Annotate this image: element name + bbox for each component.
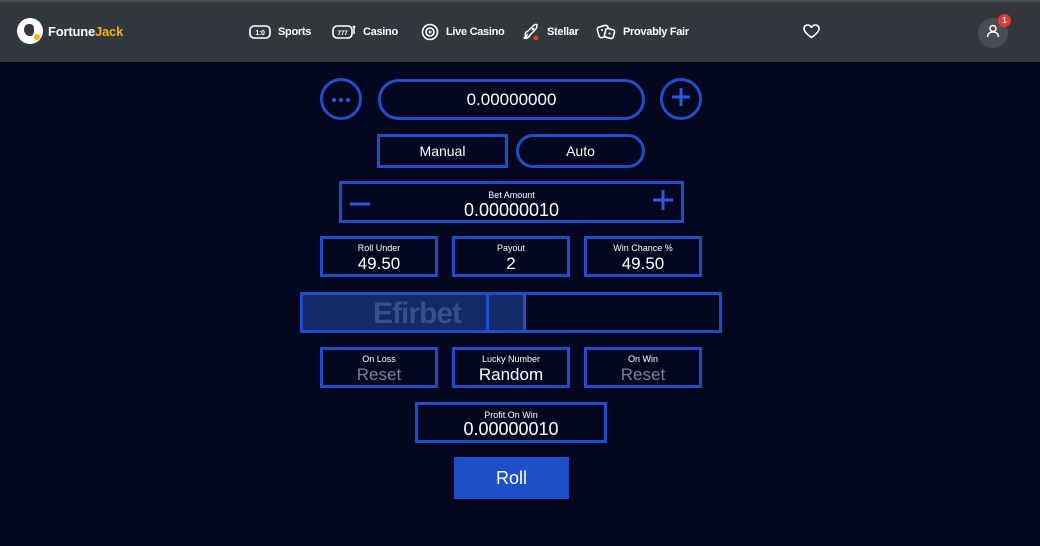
win-chance-value[interactable]: 49.50: [587, 254, 699, 274]
deposit-button[interactable]: [660, 78, 702, 120]
nav-stellar[interactable]: Stellar: [520, 22, 579, 42]
bet-amount-field[interactable]: Bet Amount 0.00000010: [339, 181, 684, 223]
on-win-value[interactable]: Reset: [587, 365, 699, 385]
notification-badge: 1: [998, 14, 1011, 27]
on-loss-value[interactable]: Reset: [323, 365, 435, 385]
roll-under-field[interactable]: Roll Under 49.50: [320, 236, 438, 277]
ellipsis-icon: [331, 90, 351, 108]
svg-text:1:0: 1:0: [255, 30, 265, 37]
lucky-number-field[interactable]: Lucky Number Random: [452, 347, 570, 388]
balance-display: 0.00000000: [378, 79, 645, 120]
profit-on-win-value: 0.00000010: [463, 419, 559, 439]
roll-under-label: Roll Under: [357, 243, 401, 253]
roll-under-value[interactable]: 49.50: [323, 254, 435, 274]
win-chance-label: Win Chance %: [613, 243, 673, 253]
dice-icon: [596, 23, 616, 41]
nav-casino[interactable]: 777 Casino: [332, 22, 398, 42]
roll-button[interactable]: Roll: [454, 457, 569, 499]
manual-mode-button[interactable]: Manual: [377, 134, 508, 168]
slider-handle[interactable]: [486, 292, 526, 333]
on-loss-label: On Loss: [362, 354, 396, 364]
plus-icon: [670, 86, 692, 113]
payout-field[interactable]: Payout 2: [452, 236, 570, 277]
bet-amount-value[interactable]: 0.00000010: [342, 200, 681, 221]
efirbet-watermark: Efirbet: [373, 297, 462, 330]
more-options-button[interactable]: [320, 78, 362, 120]
profit-on-win-field: Profit On Win 0.00000010: [415, 402, 607, 443]
payout-value[interactable]: 2: [455, 254, 567, 274]
nav-provably-fair-label: Provably Fair: [623, 26, 689, 38]
nav-sports[interactable]: 1:0 Sports: [249, 22, 311, 42]
svg-text:777: 777: [338, 30, 349, 37]
jack-logo-icon: [17, 18, 43, 44]
win-chance-field[interactable]: Win Chance % 49.50: [584, 236, 702, 277]
nav-casino-label: Casino: [363, 26, 398, 38]
on-win-field[interactable]: On Win Reset: [584, 347, 702, 388]
nav-sports-label: Sports: [278, 26, 312, 38]
live-target-icon: [421, 23, 439, 41]
user-icon: [986, 24, 1000, 43]
rocket-icon: [520, 22, 540, 42]
on-loss-field[interactable]: On Loss Reset: [320, 347, 438, 388]
top-header: FortuneJack 1:0 Sports 777 Casino Live C…: [0, 0, 1040, 62]
lucky-number-value[interactable]: Random: [455, 365, 567, 385]
favorites-heart-icon[interactable]: [803, 24, 820, 44]
nav-provably-fair[interactable]: Provably Fair: [596, 22, 689, 42]
bet-amount-label: Bet Amount: [488, 190, 535, 200]
scoreboard-icon: 1:0: [249, 25, 271, 39]
logo-text: FortuneJack: [48, 23, 124, 39]
lucky-number-label: Lucky Number: [481, 354, 541, 364]
auto-mode-button[interactable]: Auto: [516, 134, 645, 168]
plus-icon: [653, 189, 673, 215]
on-win-label: On Win: [627, 354, 658, 364]
roll-slider[interactable]: Efirbet: [300, 292, 722, 333]
slot-machine-icon: 777: [332, 24, 356, 40]
nav-live-casino-label: Live Casino: [446, 26, 505, 38]
fortunejack-logo[interactable]: FortuneJack: [17, 18, 123, 44]
nav-stellar-label: Stellar: [547, 26, 579, 38]
payout-label: Payout: [496, 243, 526, 253]
nav-live-casino[interactable]: Live Casino: [421, 22, 505, 42]
increase-bet-button[interactable]: [651, 189, 675, 215]
